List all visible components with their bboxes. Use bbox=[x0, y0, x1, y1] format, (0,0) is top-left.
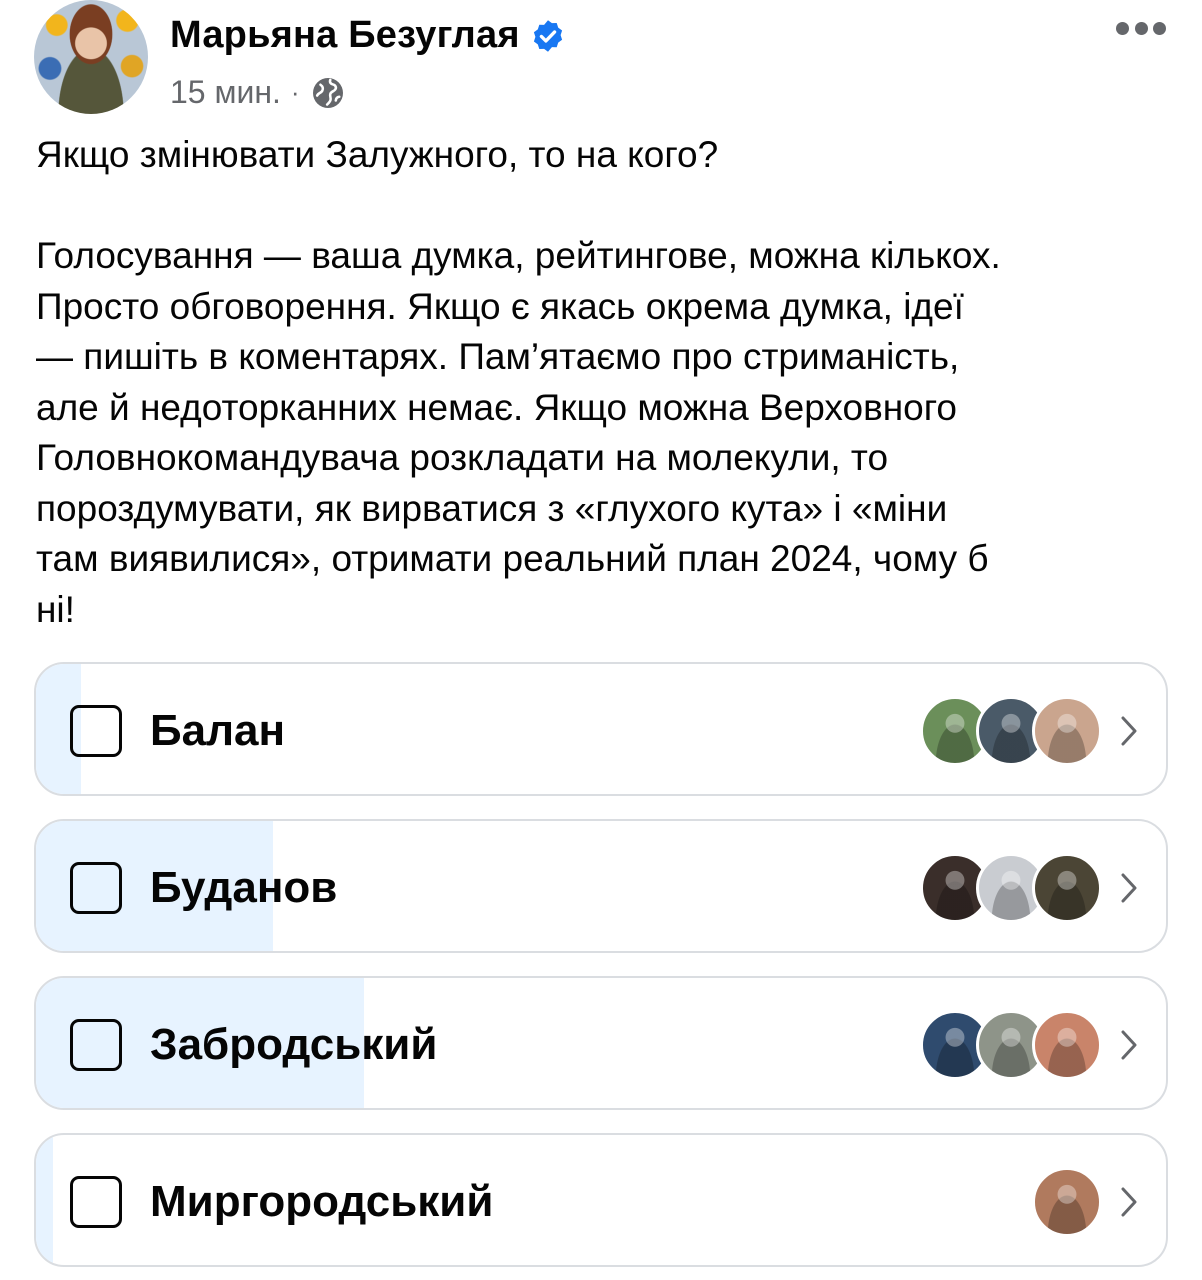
poll-option-checkbox[interactable] bbox=[70, 705, 122, 757]
author-avatar[interactable] bbox=[34, 0, 148, 114]
chevron-right-icon[interactable] bbox=[1118, 1183, 1140, 1221]
chevron-right-icon[interactable] bbox=[1118, 1026, 1140, 1064]
poll-option-label: Забродський bbox=[150, 1020, 438, 1069]
chevron-right-icon[interactable] bbox=[1118, 869, 1140, 907]
verified-badge-icon bbox=[533, 19, 562, 52]
voter-avatar bbox=[1032, 1010, 1102, 1080]
poll-result-bar bbox=[36, 1135, 53, 1265]
voter-avatars[interactable] bbox=[1032, 1167, 1102, 1237]
poll-option-label: Буданов bbox=[150, 863, 338, 912]
post-body: Якщо змінювати Залужного, то на кого? Го… bbox=[36, 134, 1001, 630]
post-header: Марьяна Безуглая 15 мин. · bbox=[34, 0, 1174, 120]
poll-option-label: Балан bbox=[150, 706, 286, 755]
poll-option-checkbox[interactable] bbox=[70, 862, 122, 914]
poll-option[interactable]: Забродський bbox=[34, 976, 1168, 1110]
voter-avatar bbox=[1032, 1167, 1102, 1237]
voter-avatar bbox=[1032, 853, 1102, 923]
voter-avatars[interactable] bbox=[920, 1010, 1102, 1080]
post-timestamp[interactable]: 15 мин. bbox=[170, 74, 281, 111]
meta-separator: · bbox=[290, 77, 300, 107]
poll-option[interactable]: Буданов bbox=[34, 819, 1168, 953]
voter-avatars[interactable] bbox=[920, 696, 1102, 766]
more-options-icon[interactable] bbox=[1116, 22, 1166, 36]
voter-avatar bbox=[1032, 696, 1102, 766]
chevron-right-icon[interactable] bbox=[1118, 712, 1140, 750]
poll-option[interactable]: Балан bbox=[34, 662, 1168, 796]
poll-option-checkbox[interactable] bbox=[70, 1019, 122, 1071]
globe-icon[interactable] bbox=[310, 75, 346, 111]
author-name[interactable]: Марьяна Безуглая bbox=[170, 14, 520, 57]
author-row: Марьяна Безуглая bbox=[170, 14, 566, 57]
voter-avatars[interactable] bbox=[920, 853, 1102, 923]
post-meta: 15 мин. · bbox=[170, 74, 346, 111]
poll-option-checkbox[interactable] bbox=[70, 1176, 122, 1228]
poll-option-label: Миргородський bbox=[150, 1177, 494, 1226]
poll: Балан Буданов Забродський Миргородський bbox=[34, 662, 1168, 1280]
poll-option[interactable]: Миргородський bbox=[34, 1133, 1168, 1267]
